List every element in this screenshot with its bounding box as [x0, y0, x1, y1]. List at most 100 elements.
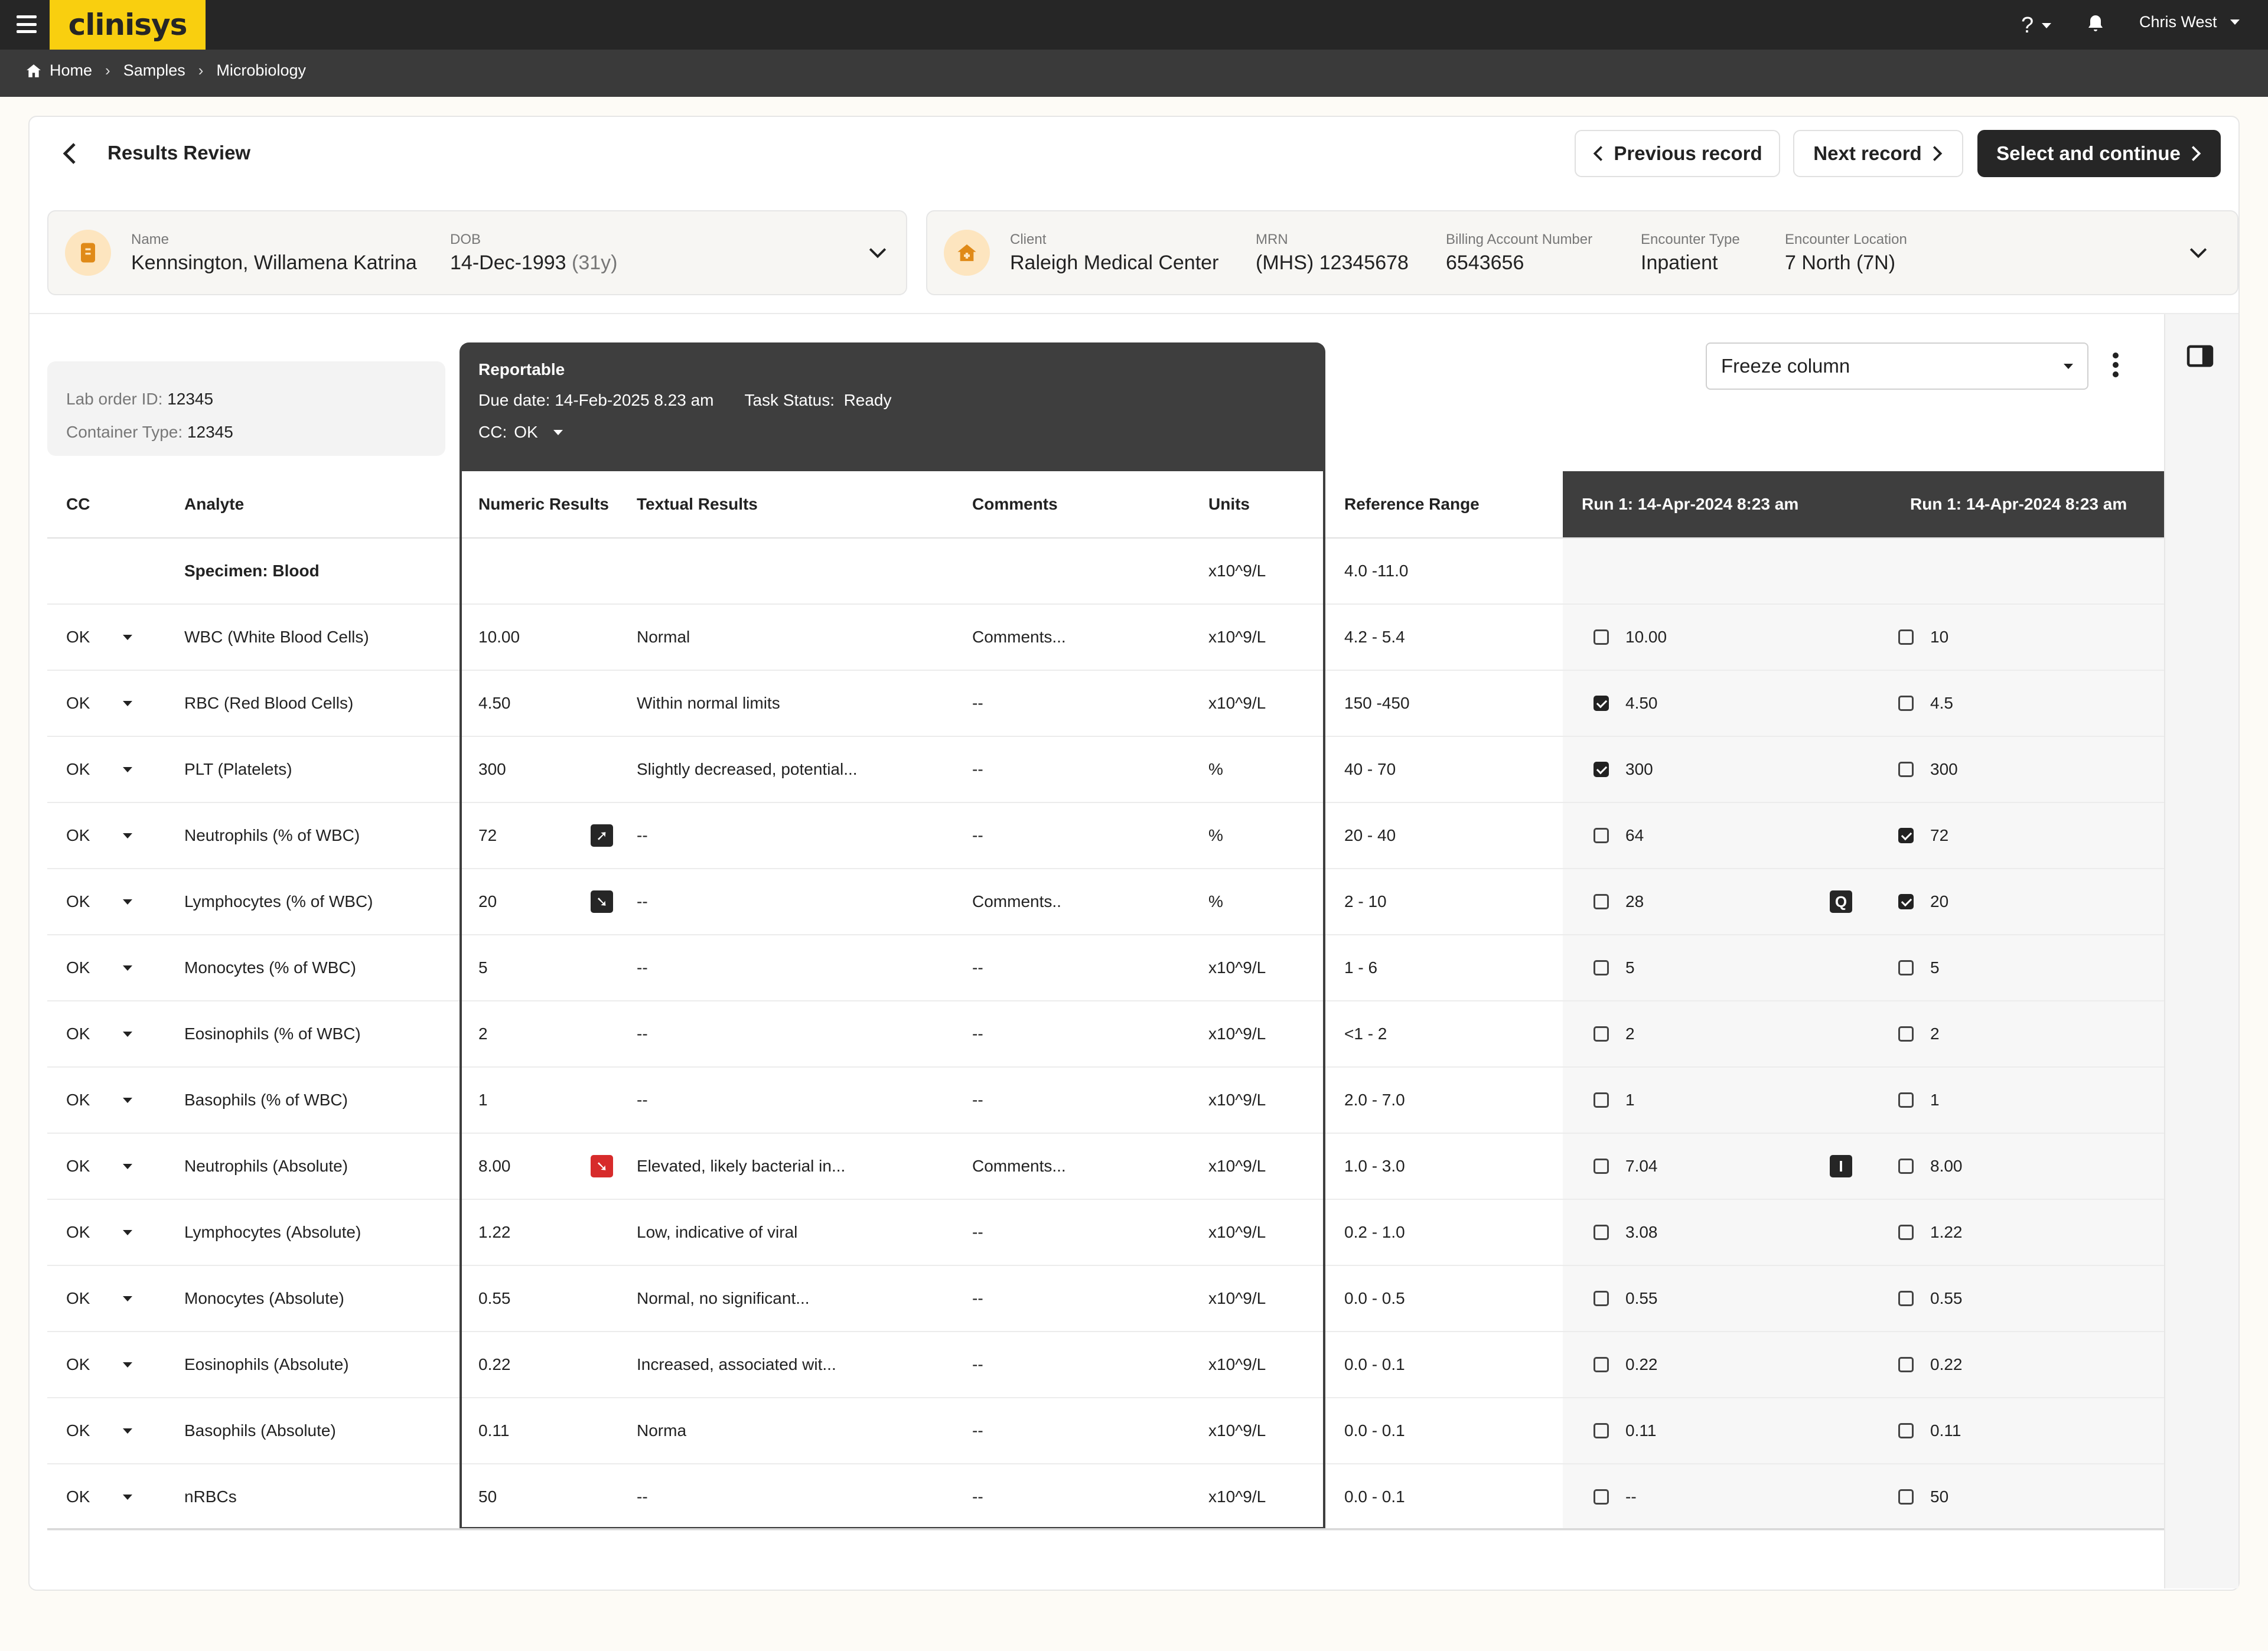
textual-result[interactable]: Within normal limits	[637, 670, 972, 737]
numeric-result-cell[interactable]: 1.22	[460, 1199, 637, 1266]
run-1-checkbox[interactable]	[1594, 894, 1609, 909]
chevron-down-icon[interactable]	[868, 247, 887, 259]
textual-result[interactable]: --	[637, 1001, 972, 1068]
cc-cell[interactable]: OK	[47, 935, 165, 1001]
chevron-down-icon[interactable]	[2189, 247, 2208, 259]
run-2-checkbox[interactable]	[1898, 696, 1914, 711]
textual-result[interactable]: --	[637, 802, 972, 869]
numeric-result-cell[interactable]: 0.11	[460, 1398, 637, 1464]
run-1-checkbox[interactable]	[1594, 1159, 1609, 1174]
next-record-button[interactable]: Next record	[1793, 130, 1963, 177]
comments[interactable]: --	[972, 736, 1208, 803]
freeze-column-select[interactable]: Freeze column	[1706, 342, 2088, 390]
caret-down-icon[interactable]	[123, 1097, 132, 1103]
textual-result[interactable]: --	[637, 935, 972, 1001]
numeric-result-cell[interactable]: 300	[460, 736, 637, 803]
breadcrumb-samples[interactable]: Samples	[123, 61, 185, 80]
help-menu[interactable]: ?	[2021, 13, 2052, 38]
comments[interactable]: --	[972, 670, 1208, 737]
run-2-checkbox[interactable]	[1898, 894, 1914, 909]
run-1-checkbox[interactable]	[1594, 1225, 1609, 1240]
run-2-checkbox[interactable]	[1898, 1159, 1914, 1174]
run-1-checkbox[interactable]	[1594, 960, 1609, 975]
textual-result[interactable]: Increased, associated wit...	[637, 1332, 972, 1398]
numeric-result-cell[interactable]: 50	[460, 1464, 637, 1531]
column-header-reference-range[interactable]: Reference Range	[1325, 471, 1563, 539]
comments[interactable]: --	[972, 1332, 1208, 1398]
caret-down-icon[interactable]	[123, 766, 132, 772]
run-1-checkbox[interactable]	[1594, 1026, 1609, 1042]
run-2-checkbox[interactable]	[1898, 960, 1914, 975]
run-2-checkbox[interactable]	[1898, 1225, 1914, 1240]
numeric-result-cell[interactable]: 0.22	[460, 1332, 637, 1398]
column-header-run-1[interactable]: Run 1: 14-Apr-2024 8:23 am	[1563, 471, 1898, 539]
comments[interactable]: --	[972, 1265, 1208, 1332]
run-1-checkbox[interactable]	[1594, 629, 1609, 645]
cc-cell[interactable]: OK	[47, 604, 165, 671]
textual-result[interactable]: Slightly decreased, potential...	[637, 736, 972, 803]
textual-result[interactable]: --	[637, 1464, 972, 1531]
run-2-checkbox[interactable]	[1898, 629, 1914, 645]
run-2-checkbox[interactable]	[1898, 828, 1914, 843]
numeric-result-cell[interactable]: 1	[460, 1067, 637, 1134]
numeric-result-cell[interactable]: 2	[460, 1001, 637, 1068]
comments[interactable]: Comments..	[972, 869, 1208, 935]
caret-down-icon[interactable]	[123, 1428, 132, 1434]
run-1-checkbox[interactable]	[1594, 1489, 1609, 1505]
cc-cell[interactable]: OK	[47, 1133, 165, 1200]
run-2-checkbox[interactable]	[1898, 1423, 1914, 1438]
column-header-analyte[interactable]: Analyte	[165, 471, 460, 539]
column-header-run-2[interactable]: Run 1: 14-Apr-2024 8:23 am	[1898, 471, 2164, 539]
menu-icon[interactable]	[17, 15, 37, 33]
user-menu[interactable]: Chris West	[2139, 13, 2240, 31]
numeric-result-cell[interactable]: 4.50	[460, 670, 637, 737]
comments[interactable]: --	[972, 1067, 1208, 1134]
caret-down-icon[interactable]	[123, 1229, 132, 1235]
textual-result[interactable]: --	[637, 1067, 972, 1134]
numeric-result-cell[interactable]: 20 ➘	[460, 869, 637, 935]
run-2-checkbox[interactable]	[1898, 762, 1914, 777]
caret-down-icon[interactable]	[123, 1031, 132, 1037]
cc-cell[interactable]: OK	[47, 1332, 165, 1398]
comments[interactable]: --	[972, 935, 1208, 1001]
run-1-checkbox[interactable]	[1594, 828, 1609, 843]
caret-down-icon[interactable]	[123, 965, 132, 971]
app-logo[interactable]: clinisys	[50, 0, 206, 50]
cc-dropdown[interactable]: CC: OK	[478, 423, 1306, 442]
textual-result[interactable]: Elevated, likely bacterial in...	[637, 1133, 972, 1200]
back-arrow-icon[interactable]	[61, 142, 78, 168]
run-1-checkbox[interactable]	[1594, 1291, 1609, 1306]
column-header-textual-results[interactable]: Textual Results	[637, 471, 972, 539]
breadcrumb-microbiology[interactable]: Microbiology	[216, 61, 306, 80]
comments[interactable]: Comments...	[972, 1133, 1208, 1200]
notification-bell-icon[interactable]	[2085, 13, 2106, 38]
cc-cell[interactable]: OK	[47, 1265, 165, 1332]
cc-cell[interactable]: OK	[47, 736, 165, 803]
run-2-checkbox[interactable]	[1898, 1092, 1914, 1108]
comments[interactable]: --	[972, 1001, 1208, 1068]
cc-cell[interactable]: OK	[47, 670, 165, 737]
column-header-units[interactable]: Units	[1208, 471, 1325, 539]
side-panel-toggle-icon[interactable]	[2186, 345, 2214, 370]
cc-cell[interactable]: OK	[47, 869, 165, 935]
column-header-numeric-results[interactable]: Numeric Results	[460, 471, 637, 539]
caret-down-icon[interactable]	[123, 899, 132, 905]
textual-result[interactable]: --	[637, 869, 972, 935]
run-1-checkbox[interactable]	[1594, 762, 1609, 777]
run-2-checkbox[interactable]	[1898, 1026, 1914, 1042]
numeric-result-cell[interactable]: 10.00	[460, 604, 637, 671]
cc-cell[interactable]: OK	[47, 1398, 165, 1464]
previous-record-button[interactable]: Previous record	[1575, 130, 1780, 177]
comments[interactable]: --	[972, 1199, 1208, 1266]
numeric-result-cell[interactable]: 0.55	[460, 1265, 637, 1332]
run-2-checkbox[interactable]	[1898, 1357, 1914, 1372]
cc-cell[interactable]: OK	[47, 1199, 165, 1266]
comments[interactable]: --	[972, 1464, 1208, 1531]
select-and-continue-button[interactable]: Select and continue	[1977, 130, 2221, 177]
comments[interactable]: --	[972, 1398, 1208, 1464]
caret-down-icon[interactable]	[123, 700, 132, 706]
cc-cell[interactable]: OK	[47, 1001, 165, 1068]
cc-cell[interactable]: OK	[47, 1464, 165, 1531]
textual-result[interactable]: Normal	[637, 604, 972, 671]
textual-result[interactable]: Low, indicative of viral	[637, 1199, 972, 1266]
